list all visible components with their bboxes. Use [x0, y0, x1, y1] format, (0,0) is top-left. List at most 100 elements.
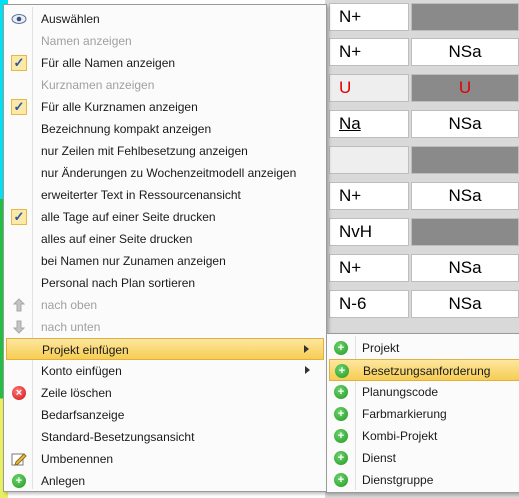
grid-row: N+ NSa: [325, 254, 519, 283]
menu-item-label: erweiterter Text in Ressourcenansicht: [41, 188, 241, 202]
context-menu: Auswählen Namen anzeigen ✓ Für alle Name…: [3, 4, 327, 492]
menu-item-bezeichnung-kompakt[interactable]: Bezeichnung kompakt anzeigen: [6, 118, 324, 140]
menu-item-zeile-loeschen[interactable]: × Zeile löschen: [6, 382, 324, 404]
submenu-item-dienst[interactable]: + Dienst: [329, 447, 519, 469]
checkmark-icon: ✓: [10, 98, 28, 116]
grid-row: NvH: [325, 218, 519, 247]
grid-row: N+: [325, 3, 519, 32]
grid-cell[interactable]: NSa: [411, 290, 519, 318]
menu-item-anlegen[interactable]: + Anlegen: [6, 470, 324, 492]
add-icon: +: [334, 429, 348, 443]
menu-item-standard-besetzungsansicht[interactable]: Standard-Besetzungsansicht: [6, 426, 324, 448]
submenu-item-planungscode[interactable]: + Planungscode: [329, 381, 519, 403]
menu-item-label: Bedarfsanzeige: [41, 408, 125, 422]
menu-item-label: Für alle Kurznamen anzeigen: [41, 100, 198, 114]
menu-item-label: Projekt einfügen: [42, 343, 129, 357]
menu-item-label: Kurznamen anzeigen: [41, 78, 155, 92]
grid-row: U U: [325, 74, 519, 103]
menu-item-label: alle Tage auf einer Seite drucken: [41, 210, 216, 224]
submenu-item-label: Besetzungsanforderung: [363, 364, 491, 378]
menu-item-konto-einfuegen[interactable]: Konto einfügen: [6, 360, 324, 382]
menu-item-fuer-alle-kurznamen[interactable]: ✓ Für alle Kurznamen anzeigen: [6, 96, 324, 118]
grid-cell[interactable]: U: [329, 74, 409, 102]
submenu-item-label: Dienst: [362, 451, 397, 465]
menu-item-label: nach unten: [41, 320, 101, 334]
delete-icon: ×: [10, 384, 28, 402]
grid-row: [325, 146, 519, 175]
menu-item-label: nur Zeilen mit Fehlbesetzung anzeigen: [41, 144, 248, 158]
add-icon: +: [334, 341, 348, 355]
arrow-down-icon: [10, 318, 28, 336]
menu-item-alle-tage-drucken[interactable]: ✓ alle Tage auf einer Seite drucken: [6, 206, 324, 228]
menu-item-label: Anlegen: [41, 474, 86, 488]
grid-cell[interactable]: U: [411, 74, 519, 102]
menu-item-projekt-einfuegen[interactable]: Projekt einfügen: [6, 338, 324, 360]
grid-cell[interactable]: N-6: [329, 290, 409, 318]
menu-item-alles-drucken[interactable]: alles auf einer Seite drucken: [6, 228, 324, 250]
grid-row: N-6 NSa: [325, 290, 519, 319]
menu-item-auswaehlen[interactable]: Auswählen: [6, 8, 324, 30]
submenu-item-kombi-projekt[interactable]: + Kombi-Projekt: [329, 425, 519, 447]
menu-item-label: Konto einfügen: [41, 364, 122, 378]
projekt-submenu: + Projekt + Besetzungsanforderung + Plan…: [326, 333, 519, 493]
menu-item-label: nach oben: [41, 298, 98, 312]
menu-item-wochenzeitmodell[interactable]: nur Änderungen zu Wochenzeitmodell anzei…: [6, 162, 324, 184]
menu-item-bedarfsanzeige[interactable]: Bedarfsanzeige: [6, 404, 324, 426]
submenu-item-label: Projekt: [362, 341, 400, 355]
submenu-item-label: Planungscode: [362, 385, 439, 399]
grid-cell[interactable]: Na: [329, 110, 409, 138]
grid-cell[interactable]: [329, 146, 409, 174]
grid-cell[interactable]: [411, 3, 519, 31]
menu-item-namen-anzeigen[interactable]: Namen anzeigen: [6, 30, 324, 52]
menu-item-label: Standard-Besetzungsansicht: [41, 430, 195, 444]
grid-cell[interactable]: [411, 146, 519, 174]
menu-item-kurznamen-anzeigen[interactable]: Kurznamen anzeigen: [6, 74, 324, 96]
grid-cell[interactable]: NSa: [411, 110, 519, 138]
grid-cell[interactable]: NvH: [329, 218, 409, 246]
menu-item-label: Namen anzeigen: [41, 34, 132, 48]
menu-item-label: alles auf einer Seite drucken: [41, 232, 193, 246]
rename-icon: [10, 450, 28, 468]
submenu-arrow-icon: [304, 345, 309, 353]
add-icon: +: [334, 473, 348, 487]
eye-icon: [10, 10, 28, 28]
submenu-item-farbmarkierung[interactable]: + Farbmarkierung: [329, 403, 519, 425]
submenu-item-besetzungsanforderung[interactable]: + Besetzungsanforderung: [329, 359, 519, 381]
grid-cell[interactable]: N+: [329, 38, 409, 66]
grid-row: Na NSa: [325, 110, 519, 139]
menu-item-label: bei Namen nur Zunamen anzeigen: [41, 254, 226, 268]
menu-item-nach-oben[interactable]: nach oben: [6, 294, 324, 316]
menu-item-fuer-alle-namen[interactable]: ✓ Für alle Namen anzeigen: [6, 52, 324, 74]
grid-row: N+ NSa: [325, 182, 519, 211]
grid-row: N+ NSa: [325, 38, 519, 67]
menu-item-label: Zeile löschen: [41, 386, 112, 400]
grid-cell[interactable]: N+: [329, 182, 409, 210]
grid-cell[interactable]: NSa: [411, 254, 519, 282]
submenu-item-label: Kombi-Projekt: [362, 429, 438, 443]
menu-item-label: Für alle Namen anzeigen: [41, 56, 176, 70]
checkmark-icon: ✓: [10, 208, 28, 226]
menu-item-label: Personal nach Plan sortieren: [41, 276, 196, 290]
menu-item-personal-sortieren[interactable]: Personal nach Plan sortieren: [6, 272, 324, 294]
menu-item-nur-zunamen[interactable]: bei Namen nur Zunamen anzeigen: [6, 250, 324, 272]
add-icon: +: [335, 364, 349, 378]
grid-cell[interactable]: NSa: [411, 182, 519, 210]
submenu-item-projekt[interactable]: + Projekt: [329, 337, 519, 359]
submenu-item-label: Farbmarkierung: [362, 407, 447, 421]
menu-item-label: Umbenennen: [41, 452, 114, 466]
menu-item-nach-unten[interactable]: nach unten: [6, 316, 324, 338]
grid-cell[interactable]: N+: [329, 254, 409, 282]
arrow-up-icon: [10, 296, 28, 314]
add-icon: +: [334, 407, 348, 421]
menu-item-label: nur Änderungen zu Wochenzeitmodell anzei…: [41, 166, 297, 180]
menu-item-umbenennen[interactable]: Umbenennen: [6, 448, 324, 470]
submenu-item-label: Dienstgruppe: [362, 473, 434, 487]
menu-item-erweiterter-text[interactable]: erweiterter Text in Ressourcenansicht: [6, 184, 324, 206]
menu-item-label: Bezeichnung kompakt anzeigen: [41, 122, 212, 136]
submenu-item-dienstgruppe[interactable]: + Dienstgruppe: [329, 469, 519, 491]
grid-cell[interactable]: N+: [329, 3, 409, 31]
grid-cell[interactable]: [411, 218, 519, 246]
grid-cell[interactable]: NSa: [411, 38, 519, 66]
menu-item-fehlbesetzung[interactable]: nur Zeilen mit Fehlbesetzung anzeigen: [6, 140, 324, 162]
checkmark-icon: ✓: [10, 54, 28, 72]
